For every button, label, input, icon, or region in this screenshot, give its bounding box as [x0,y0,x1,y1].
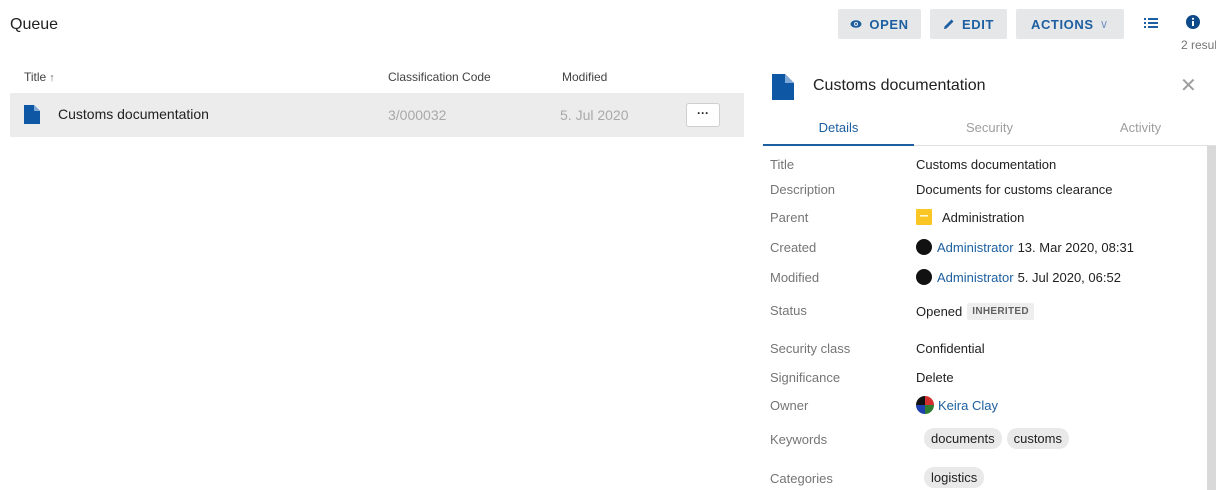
open-button[interactable]: OPEN [838,9,921,39]
label-title: Title [770,157,795,172]
value-significance: Delete [916,370,954,385]
category-chip[interactable]: logistics [924,467,985,488]
value-created: Administrator 13. Mar 2020, 08:31 [916,239,1134,255]
avatar [916,269,932,285]
chevron-down-icon: ∨ [1099,17,1110,31]
more-actions-button[interactable]: ··· [686,103,720,127]
label-status: Status [770,303,807,318]
value-description: Documents for customs clearance [916,182,1113,197]
label-owner: Owner [770,398,809,413]
value-title: Customs documentation [916,157,1057,172]
edit-label: EDIT [961,16,994,32]
created-date: 13. Mar 2020, 08:31 [1017,239,1134,255]
panel-scrollbar[interactable] [1207,146,1216,490]
actions-label: ACTIONS [1030,16,1094,32]
panel-tabs: Details Security Activity [763,110,1216,146]
close-icon[interactable]: ✕ [1180,76,1197,96]
eye-icon [850,20,862,28]
value-categories: logistics [924,467,989,488]
label-categories: Categories [770,471,833,486]
owner-link[interactable]: Keira Clay [938,398,998,413]
value-security-class: Confidential [916,341,985,356]
tab-details[interactable]: Details [763,110,914,146]
pencil-icon [943,19,954,29]
column-title-label: Title [24,70,47,84]
status-text: Opened [916,304,963,319]
sort-arrow-icon: ↑ [49,72,55,84]
label-security-class: Security class [770,341,851,356]
status-badge: INHERITED [967,303,1034,320]
row-modified: 5. Jul 2020 [560,107,629,123]
parent-name: Administration [942,209,1025,225]
page-title: Queue [10,16,59,33]
label-keywords: Keywords [770,432,828,447]
column-header-modified[interactable]: Modified [562,70,607,84]
actions-button[interactable]: ACTIONS ∨ [1016,9,1124,39]
row-title: Customs documentation [58,106,209,122]
document-icon [772,74,794,100]
label-description: Description [770,182,836,197]
value-status: Opened INHERITED [916,303,1034,320]
label-significance: Significance [770,370,841,385]
modified-date: 5. Jul 2020, 06:52 [1017,269,1121,285]
modified-by-link[interactable]: Administrator [937,270,1014,285]
value-owner: Keira Clay [916,396,998,414]
folder-icon [916,209,932,225]
open-label: OPEN [869,16,909,32]
document-icon [24,105,40,124]
keyword-chip[interactable]: documents [924,428,1002,449]
label-created: Created [770,240,817,255]
keyword-chip[interactable]: customs [1006,428,1069,449]
value-modified: Administrator 5. Jul 2020, 06:52 [916,269,1121,285]
value-keywords: documents customs [924,428,1074,449]
avatar [916,239,932,255]
row-classification: 3/000032 [388,107,447,123]
table-row[interactable]: Customs documentation 3/000032 5. Jul 20… [10,93,744,137]
panel-title: Customs documentation [813,77,986,94]
tab-activity[interactable]: Activity [1065,110,1216,146]
tab-security[interactable]: Security [914,110,1065,146]
avatar [916,396,934,414]
edit-button[interactable]: EDIT [930,9,1007,39]
label-parent: Parent [770,210,809,225]
list-view-icon[interactable] [1144,17,1158,29]
created-by-link[interactable]: Administrator [937,240,1014,255]
label-modified: Modified [770,270,820,285]
column-header-classification[interactable]: Classification Code [388,70,491,84]
info-icon[interactable] [1186,15,1200,29]
column-header-title[interactable]: Title ↑ [24,70,55,84]
value-parent[interactable]: Administration [916,209,1024,225]
toolbar: OPEN EDIT ACTIONS ∨ [838,9,1133,39]
results-count: 2 results [1181,38,1216,52]
